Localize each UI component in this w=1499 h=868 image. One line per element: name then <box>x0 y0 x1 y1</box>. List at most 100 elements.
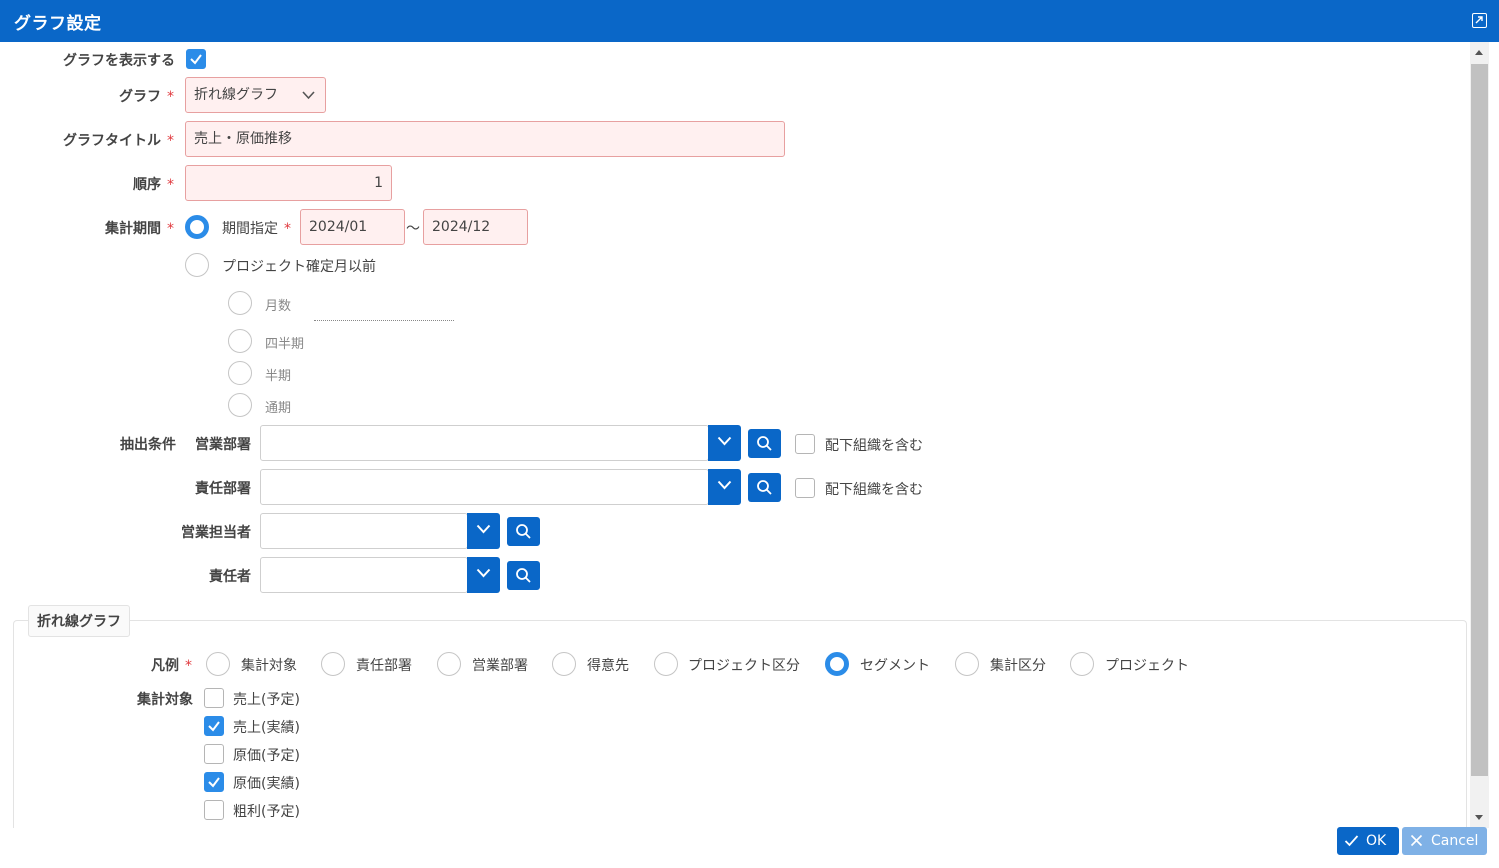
close-icon <box>1410 834 1423 847</box>
period-label: 集計期間 * <box>105 218 174 238</box>
scrollbar-thumb[interactable] <box>1471 64 1488 776</box>
resp-person-label: 責任者 <box>209 569 251 585</box>
order-label: 順序 * <box>133 174 174 194</box>
dialog-titlebar: グラフ設定 <box>0 0 1499 42</box>
sales-dept-include-sub-label: 配下組織を含む <box>825 438 923 454</box>
legend-option-label: プロジェクト区分 <box>688 658 800 674</box>
vertical-scrollbar[interactable] <box>1470 42 1489 828</box>
legend-option-label: 集計区分 <box>990 658 1046 674</box>
legend-label-text: 凡例 <box>151 658 179 674</box>
sales-person-search-button[interactable] <box>507 517 540 546</box>
line-graph-section <box>13 620 1467 828</box>
target-option-label: 原価(予定) <box>233 748 300 764</box>
graph-type-label: グラフ * <box>119 86 174 106</box>
search-icon <box>757 436 772 451</box>
legend-option-label: 責任部署 <box>356 658 412 674</box>
scroll-down-icon[interactable] <box>1475 815 1483 820</box>
target-checkbox[interactable] <box>204 688 224 708</box>
target-checkbox[interactable] <box>204 744 224 764</box>
chevron-down-icon <box>717 480 732 490</box>
ok-button[interactable]: OK <box>1337 827 1399 855</box>
graph-type-value: 折れ線グラフ <box>194 87 278 103</box>
resp-dept-input[interactable] <box>260 469 709 505</box>
months-input[interactable] <box>314 320 454 321</box>
legend-radio-target[interactable] <box>206 652 230 676</box>
legend-radio-resp-dept[interactable] <box>321 652 345 676</box>
period-to-input[interactable]: 2024/12 <box>423 209 528 245</box>
sales-dept-input[interactable] <box>260 425 709 461</box>
sales-person-dropdown-button[interactable] <box>467 513 500 549</box>
sales-dept-search-button[interactable] <box>748 429 781 458</box>
order-value: 1 <box>374 175 383 191</box>
check-icon <box>1344 835 1359 847</box>
graph-title-value: 売上・原価推移 <box>194 131 292 147</box>
scroll-up-icon[interactable] <box>1475 50 1483 55</box>
period-specify-radio[interactable] <box>185 215 209 239</box>
graph-type-label-text: グラフ <box>119 89 161 105</box>
period-from-input[interactable]: 2024/01 <box>300 209 405 245</box>
project-before-label: プロジェクト確定月以前 <box>222 259 376 275</box>
quarter-radio[interactable] <box>228 329 252 353</box>
line-graph-section-title: 折れ線グラフ <box>28 605 130 637</box>
graph-type-select[interactable]: 折れ線グラフ <box>185 77 326 113</box>
legend-option-label: 集計対象 <box>241 658 297 674</box>
chevron-down-icon <box>476 568 491 578</box>
legend-radio-sales-dept[interactable] <box>437 652 461 676</box>
months-label: 月数 <box>265 299 292 314</box>
legend-radio-aggregate-category[interactable] <box>955 652 979 676</box>
resp-person-dropdown-button[interactable] <box>467 557 500 593</box>
period-tilde: 〜 <box>406 221 420 237</box>
show-graph-checkbox[interactable] <box>186 49 206 69</box>
legend-option-label: 得意先 <box>587 658 629 674</box>
resp-person-input[interactable] <box>260 557 468 593</box>
sales-dept-include-sub-checkbox[interactable] <box>795 434 815 454</box>
required-mark: * <box>167 89 174 105</box>
resp-dept-label: 責任部署 <box>195 481 251 497</box>
full-year-radio[interactable] <box>228 393 252 417</box>
half-radio[interactable] <box>228 361 252 385</box>
ok-button-label: OK <box>1366 833 1387 849</box>
resp-dept-include-sub-label: 配下組織を含む <box>825 482 923 498</box>
period-specify-label-text: 期間指定 <box>222 221 278 237</box>
target-option-label: 粗利(予定) <box>233 804 300 820</box>
required-mark: * <box>185 658 192 674</box>
target-checkbox[interactable] <box>204 716 224 736</box>
legend-option-label: プロジェクト <box>1105 658 1189 674</box>
cancel-button[interactable]: Cancel <box>1402 827 1487 855</box>
legend-option-label: 営業部署 <box>472 658 528 674</box>
sales-dept-label: 営業部署 <box>195 437 251 453</box>
project-before-radio[interactable] <box>185 253 209 277</box>
legend-radio-project[interactable] <box>1070 652 1094 676</box>
sales-person-input[interactable] <box>260 513 468 549</box>
target-option-label: 原価(実績) <box>233 776 300 792</box>
legend-radio-customer[interactable] <box>552 652 576 676</box>
dialog-content: グラフを表示する グラフ * 折れ線グラフ グラフタイトル * 売上・原価推移 順序… <box>0 42 1470 828</box>
resp-dept-dropdown-button[interactable] <box>708 469 741 505</box>
sales-person-label: 営業担当者 <box>181 525 251 541</box>
chevron-down-icon <box>302 91 315 100</box>
target-checkbox[interactable] <box>204 800 224 820</box>
target-checkbox[interactable] <box>204 772 224 792</box>
target-label: 集計対象 <box>137 692 193 708</box>
resp-person-search-button[interactable] <box>507 561 540 590</box>
resp-dept-include-sub-checkbox[interactable] <box>795 478 815 498</box>
months-radio[interactable] <box>228 291 252 315</box>
show-graph-label: グラフを表示する <box>63 53 175 69</box>
period-to-value: 2024/12 <box>432 219 491 235</box>
maximize-icon[interactable] <box>1472 13 1487 28</box>
chevron-down-icon <box>476 524 491 534</box>
target-option-label: 売上(予定) <box>233 692 300 708</box>
legend-option-label: セグメント <box>860 658 930 674</box>
cancel-button-label: Cancel <box>1431 833 1479 849</box>
sales-dept-dropdown-button[interactable] <box>708 425 741 461</box>
graph-title-label: グラフタイトル * <box>63 130 174 150</box>
resp-dept-search-button[interactable] <box>748 473 781 502</box>
required-mark: * <box>167 177 174 193</box>
order-label-text: 順序 <box>133 177 161 193</box>
legend-radio-segment[interactable] <box>825 652 849 676</box>
graph-title-input[interactable]: 売上・原価推移 <box>185 121 785 157</box>
search-icon <box>516 568 531 583</box>
legend-radio-project-category[interactable] <box>654 652 678 676</box>
search-icon <box>516 524 531 539</box>
order-input[interactable]: 1 <box>185 165 392 201</box>
